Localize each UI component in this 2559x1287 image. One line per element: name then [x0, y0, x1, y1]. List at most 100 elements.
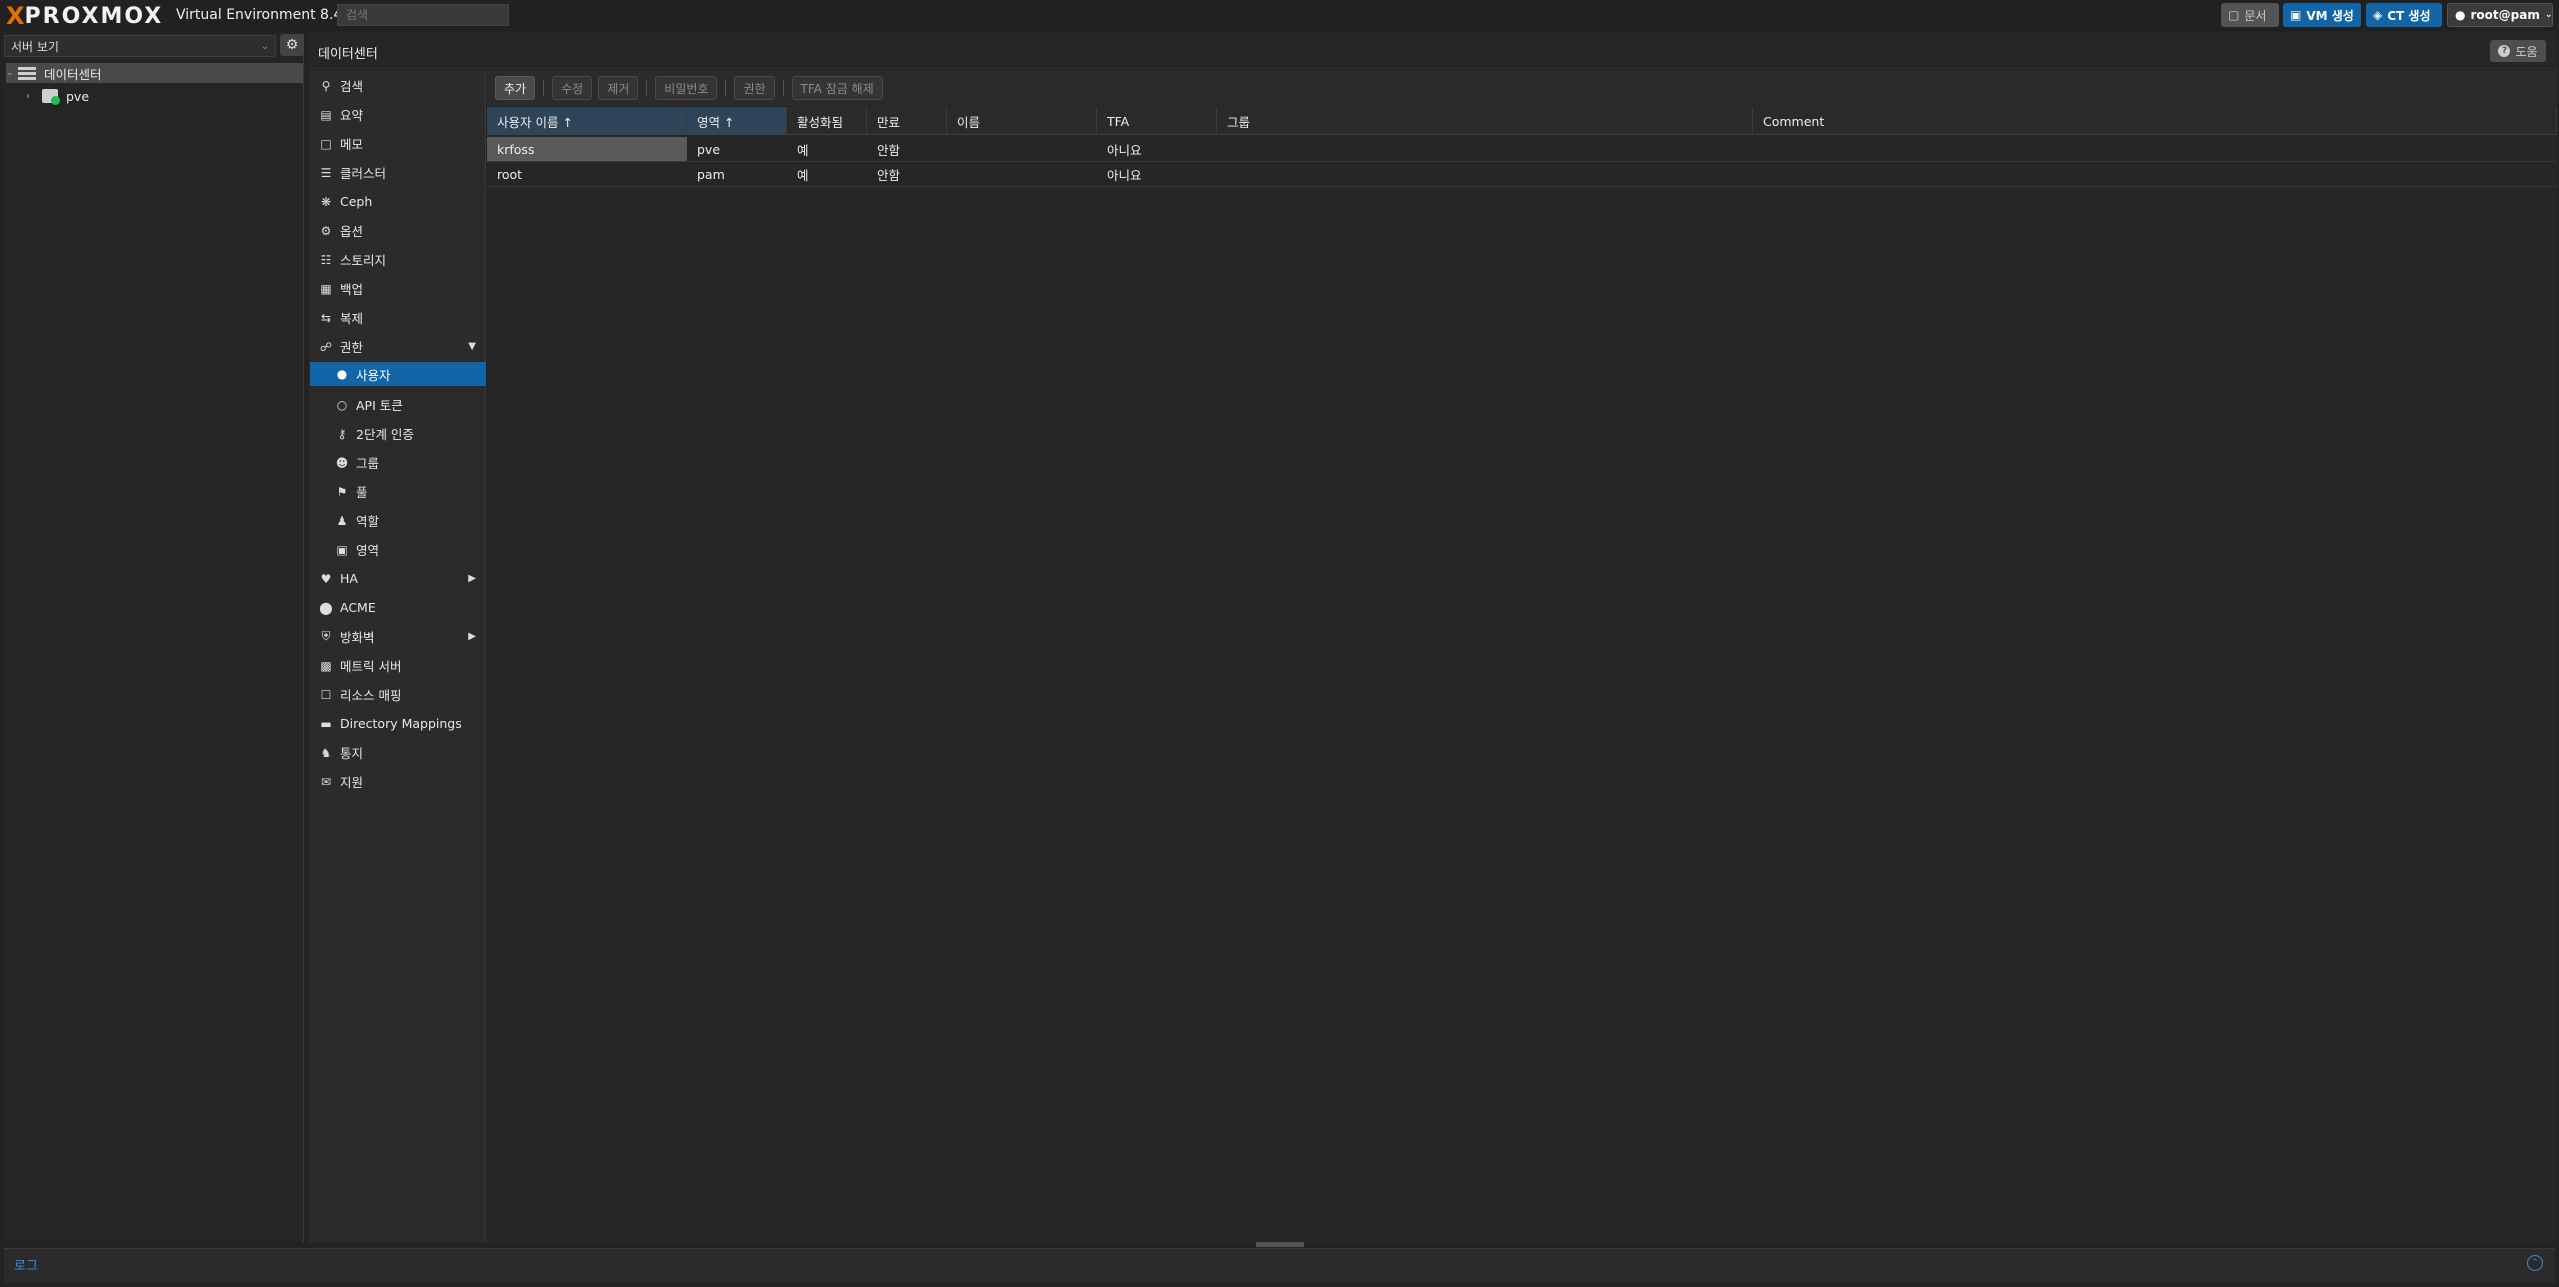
tree-item-pve[interactable]: › pve — [6, 86, 303, 106]
gear-icon: ⚙ — [285, 37, 299, 53]
column-header-username[interactable]: 사용자 이름 ↑ — [487, 107, 687, 135]
nav-item-notes[interactable]: □ 메모 — [310, 130, 486, 157]
nav-item-permissions[interactable]: ☍ 권한 ▼ — [310, 333, 486, 360]
book-icon: ▢ — [2228, 8, 2240, 22]
caret-right-icon: ▶ — [468, 573, 476, 584]
certificate-icon: ⬤ — [319, 600, 333, 615]
folder-open-icon: ☐ — [320, 687, 332, 702]
create-vm-button[interactable]: ▣ VM 생성 — [2283, 3, 2361, 27]
remove-button[interactable]: 제거 — [598, 76, 639, 100]
column-header-groups[interactable]: 그룹 — [1217, 107, 1753, 135]
server-icon — [18, 66, 36, 80]
nav-item-acme[interactable]: ⬤ ACME — [310, 594, 486, 621]
cell-enabled: 예 — [797, 142, 809, 158]
nav-item-support[interactable]: ✉ 지원 — [310, 768, 486, 795]
cell-groups — [1217, 137, 1753, 161]
log-panel — [4, 1248, 2555, 1282]
desktop-icon: ▣ — [2290, 8, 2302, 22]
logo-x-mark: X — [6, 2, 25, 30]
nav-item-search[interactable]: ⚲ 검색 — [310, 72, 486, 99]
help-button[interactable]: ? 도움 — [2490, 40, 2546, 62]
documentation-button[interactable]: ▢ 문서 — [2221, 3, 2279, 27]
search-icon: ⚲ — [321, 78, 331, 93]
toolbar-separator — [543, 80, 545, 96]
ceph-icon: ❋ — [320, 194, 332, 209]
male-icon: ♟ — [336, 513, 348, 528]
tree-settings-button[interactable]: ⚙ — [280, 34, 304, 56]
nav-item-backup[interactable]: ▦ 백업 — [310, 275, 486, 302]
shield-icon: ⛨ — [321, 629, 331, 643]
create-ct-button[interactable]: ◈ CT 생성 — [2366, 3, 2442, 27]
nav-item-directory-mappings[interactable]: ▬ Directory Mappings — [310, 710, 486, 737]
nav-item-ha[interactable]: ♥ HA ▶ — [310, 565, 486, 592]
view-selector[interactable]: 서버 보기 ⌄ — [4, 35, 276, 57]
column-header-realm[interactable]: 영역 ↑ — [687, 107, 787, 135]
cell-comment — [1753, 137, 2557, 161]
toolbar-separator — [646, 80, 648, 96]
cell-enabled: 예 — [797, 167, 809, 183]
table-row[interactable]: root pam 예 안함 아니요 — [487, 162, 2557, 187]
column-header-comment[interactable]: Comment — [1753, 107, 2557, 135]
nav-item-roles[interactable]: ♟ 역할 — [310, 507, 486, 534]
cell-realm: pve — [697, 141, 721, 157]
edit-button[interactable]: 수정 — [552, 76, 593, 100]
nav-item-options[interactable]: ⚙ 옵션 — [310, 217, 486, 244]
permissions-button[interactable]: 권한 — [734, 76, 775, 100]
nav-item-groups[interactable]: ☻ 그룹 — [310, 449, 486, 476]
cube-icon: ◈ — [2373, 8, 2383, 22]
nav-item-metric-server[interactable]: ▩ 메트릭 서버 — [310, 652, 486, 679]
nav-item-two-factor[interactable]: ⚷ 2단계 인증 — [310, 420, 486, 447]
caret-right-icon: ▶ — [468, 631, 476, 642]
cell-tfa: 아니요 — [1107, 167, 1142, 183]
proxmox-logo[interactable]: X PROXMOX — [6, 2, 164, 30]
user-menu-button[interactable]: ● root@pam ⌄ — [2447, 3, 2553, 27]
users-icon: ☻ — [335, 455, 349, 470]
nav-item-pools[interactable]: ⚑ 풀 — [310, 478, 486, 505]
nav-item-ceph[interactable]: ❋ Ceph — [310, 188, 486, 215]
tree-item-datacenter[interactable]: ⌄ 데이터센터 — [6, 63, 303, 83]
nav-item-api-tokens[interactable]: ○ API 토큰 — [310, 391, 486, 418]
nav-item-firewall[interactable]: ⛨ 방화벽 ▶ — [310, 623, 486, 650]
log-panel-title[interactable]: 로그 — [14, 1255, 38, 1274]
tfa-unlock-button[interactable]: TFA 잠금 해제 — [791, 76, 883, 100]
search-input[interactable] — [337, 4, 509, 26]
retweet-icon: ⇆ — [320, 310, 332, 325]
grid-header: 사용자 이름 ↑ 영역 ↑ 활성화됨 만료 이름 TFA 그룹 Comment — [487, 107, 2557, 135]
log-panel-splitter[interactable] — [1256, 1242, 1304, 1247]
chevron-up-icon[interactable]: ⌃ — [2527, 1255, 2543, 1271]
column-header-enabled[interactable]: 활성화됨 — [787, 107, 867, 135]
column-header-expire[interactable]: 만료 — [867, 107, 947, 135]
cell-tfa: 아니요 — [1107, 142, 1142, 158]
bell-icon: ♞ — [320, 745, 332, 760]
toolbar-separator — [782, 80, 784, 96]
caret-down-icon: ▼ — [468, 341, 476, 352]
unlock-icon: ☍ — [319, 339, 333, 354]
chevron-down-icon: ⌄ — [260, 40, 269, 52]
note-icon: □ — [320, 136, 332, 151]
nav-item-replication[interactable]: ⇆ 복제 — [310, 304, 486, 331]
column-header-name[interactable]: 이름 — [947, 107, 1097, 135]
node-online-icon — [42, 89, 60, 105]
lock-icon: ○ — [336, 397, 348, 412]
table-row[interactable]: krfoss pve 예 안함 아니요 — [487, 137, 2557, 162]
nav-item-summary[interactable]: ▤ 요약 — [310, 101, 486, 128]
nav-item-users[interactable]: ● 사용자 — [310, 362, 486, 386]
column-header-tfa[interactable]: TFA — [1097, 107, 1217, 135]
content-header — [309, 33, 2557, 69]
server-icon: ☰ — [320, 165, 332, 180]
nav-item-cluster[interactable]: ☰ 클러스터 — [310, 159, 486, 186]
question-circle-icon: ? — [2498, 45, 2511, 57]
nav-item-realms[interactable]: ▣ 영역 — [310, 536, 486, 563]
gear-icon: ⚙ — [320, 223, 332, 238]
resource-tree-panel — [4, 33, 304, 1242]
add-button[interactable]: 추가 — [495, 76, 536, 100]
cell-expire: 안함 — [877, 167, 901, 183]
password-button[interactable]: 비밀번호 — [655, 76, 718, 100]
nav-item-storage[interactable]: ☷ 스토리지 — [310, 246, 486, 273]
page-title: 데이터센터 — [318, 47, 378, 62]
nav-item-notifications[interactable]: ♞ 통지 — [310, 739, 486, 766]
logo-wordmark: PROXMOX — [24, 3, 164, 29]
nav-item-resource-mappings[interactable]: ☐ 리소스 매핑 — [310, 681, 486, 708]
user-icon: ● — [2455, 8, 2466, 22]
chevron-down-icon: ⌄ — [2544, 10, 2553, 20]
